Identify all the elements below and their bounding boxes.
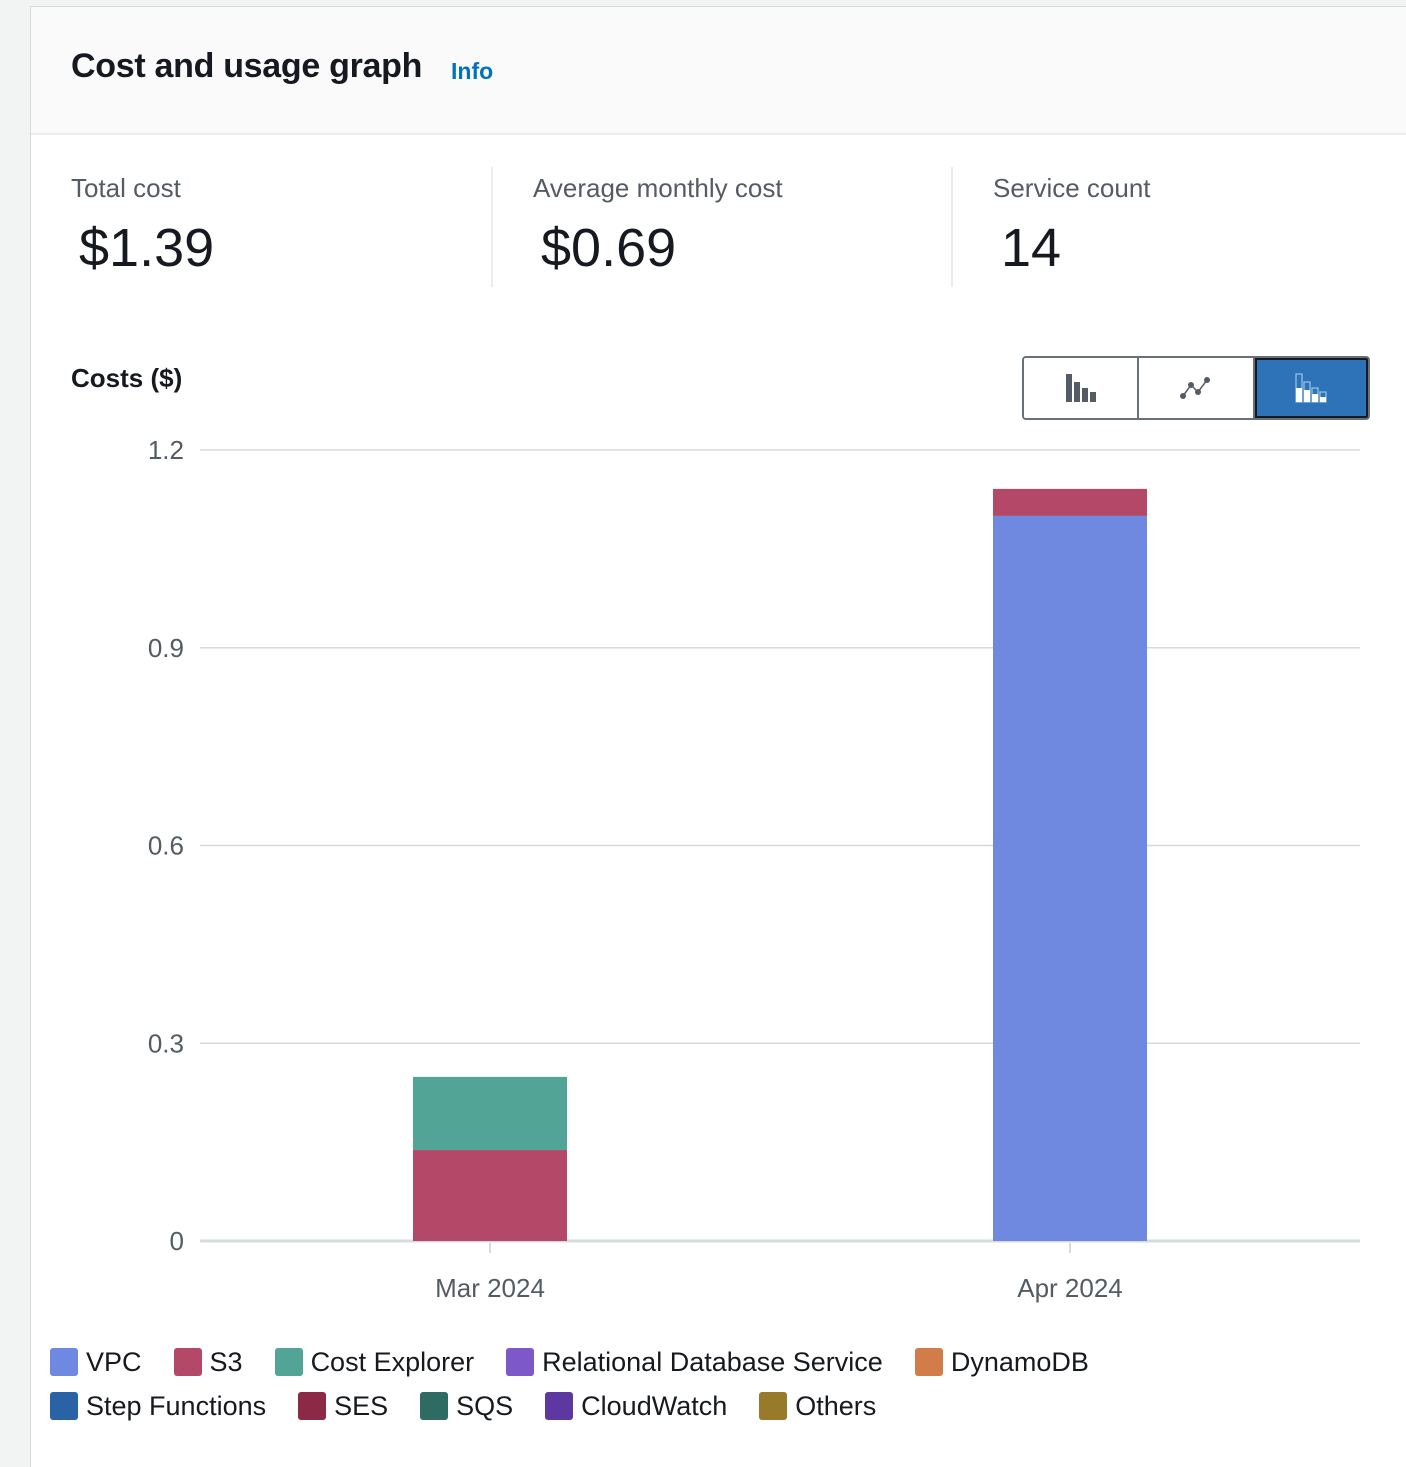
bar-segment-cost-explorer[interactable] [413, 1076, 567, 1151]
legend-label: Cost Explorer [310, 1346, 475, 1377]
x-tick-label: Mar 2024 [435, 1273, 545, 1303]
legend-label: Step Functions [86, 1390, 267, 1421]
bar-segment-s3[interactable] [413, 1150, 567, 1241]
x-tick-label: Apr 2024 [1017, 1273, 1123, 1303]
legend-label: DynamoDB [950, 1346, 1089, 1377]
legend-swatch [759, 1392, 788, 1420]
legend-swatch [50, 1348, 78, 1376]
legend-item[interactable]: Others [759, 1391, 876, 1422]
legend-swatch [545, 1392, 574, 1420]
legend-label: SES [334, 1390, 389, 1421]
legend-label: Relational Database Service [542, 1346, 883, 1377]
legend-item[interactable]: Cost Explorer [274, 1346, 475, 1378]
legend-item[interactable]: DynamoDB [914, 1346, 1089, 1378]
legend-swatch [914, 1348, 943, 1376]
stacked-bar-chart: 0 0.3 0.6 0.9 1.2 Mar 2024 Apr 2024 [148, 435, 1360, 1303]
legend-swatch [420, 1392, 449, 1420]
legend-label: S3 [209, 1346, 243, 1377]
y-tick-label: 0.9 [148, 633, 184, 663]
legend-swatch [506, 1348, 535, 1376]
y-tick-label: 0.3 [148, 1028, 184, 1058]
legend-item[interactable]: SES [298, 1391, 388, 1422]
legend-row: Step Functions SES SQS CloudWatch Others [50, 1384, 1350, 1428]
legend-swatch [298, 1392, 327, 1420]
legend-label: Others [795, 1390, 877, 1421]
legend-item[interactable]: Relational Database Service [506, 1347, 883, 1378]
chart-legend: VPC S3 Cost Explorer Relational Database Se… [50, 1340, 1350, 1428]
legend-item[interactable]: Step Functions [50, 1391, 266, 1422]
y-tick-label: 0 [170, 1226, 184, 1256]
bar-segment-vpc[interactable] [993, 515, 1147, 1241]
legend-row: VPC S3 Cost Explorer Relational Database Se… [50, 1340, 1350, 1384]
legend-item[interactable]: SQS [420, 1391, 513, 1422]
y-tick-label: 1.2 [148, 435, 184, 465]
legend-item[interactable]: VPC [50, 1347, 142, 1378]
legend-label: SQS [456, 1390, 514, 1421]
legend-label: VPC [86, 1346, 142, 1377]
legend-item[interactable]: S3 [173, 1346, 243, 1378]
legend-swatch [274, 1348, 303, 1376]
bar-segment-s3[interactable] [993, 488, 1147, 516]
legend-swatch [50, 1392, 78, 1420]
legend-item[interactable]: CloudWatch [545, 1391, 727, 1422]
y-tick-label: 0.6 [148, 831, 184, 861]
legend-swatch [173, 1348, 202, 1376]
legend-label: CloudWatch [581, 1390, 728, 1421]
